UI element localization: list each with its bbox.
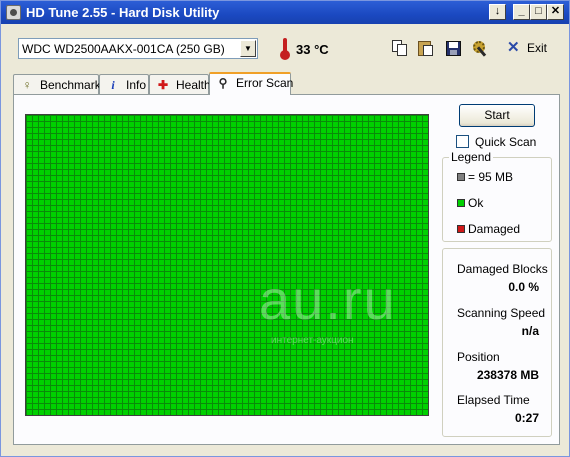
info-icon: i bbox=[111, 78, 115, 92]
legend-label: Ok bbox=[468, 196, 484, 210]
elapsed-time-label: Elapsed Time bbox=[457, 393, 530, 407]
chevron-down-icon[interactable]: ▼ bbox=[240, 40, 256, 57]
options-icon[interactable] bbox=[471, 39, 489, 57]
tab-label: Error Scan bbox=[236, 76, 294, 90]
position-label: Position bbox=[457, 350, 500, 364]
copy-icon[interactable] bbox=[391, 39, 409, 57]
tab-label: Info bbox=[126, 78, 147, 92]
drive-select-value: WDC WD2500AAKX-001CA (250 GB) bbox=[22, 42, 225, 56]
exit-label: Exit bbox=[527, 41, 548, 55]
elapsed-time-value: 0:27 bbox=[514, 411, 539, 425]
tab-info[interactable]: i Info bbox=[99, 74, 149, 94]
close-button[interactable]: ✕ bbox=[547, 4, 564, 20]
tab-strip: ♀ Benchmark i Info ✚ Health ⚲ Error Scan bbox=[13, 72, 313, 95]
toolbar: WDC WD2500AAKX-001CA (250 GB) ▼ 33 °C ✕ … bbox=[1, 24, 569, 72]
quick-scan-checkbox[interactable] bbox=[456, 135, 469, 148]
legend-label: = 95 MB bbox=[468, 170, 514, 184]
block-size-swatch bbox=[457, 173, 465, 181]
benchmark-icon: ♀ bbox=[22, 78, 32, 92]
save-icon[interactable] bbox=[444, 39, 462, 57]
scanning-speed-label: Scanning Speed bbox=[457, 306, 546, 320]
health-icon: ✚ bbox=[157, 78, 169, 92]
legend-group: Legend = 95 MB Ok Damaged bbox=[442, 150, 552, 242]
scanning-speed-value: n/a bbox=[521, 324, 539, 338]
stats-group: Damaged Blocks 0.0 % Scanning Speed n/a … bbox=[442, 248, 552, 437]
legend-label: Damaged bbox=[468, 222, 521, 236]
thermometer-icon bbox=[280, 38, 290, 60]
position-value: 238378 MB bbox=[476, 368, 539, 382]
app-window: HD Tune 2.55 - Hard Disk Utility ↓ _ □ ✕… bbox=[0, 0, 570, 457]
damaged-swatch bbox=[457, 225, 465, 233]
minimize-button[interactable]: _ bbox=[513, 4, 530, 20]
tab-benchmark[interactable]: ♀ Benchmark bbox=[13, 74, 101, 94]
paste-icon[interactable] bbox=[417, 39, 435, 57]
block-map: au.ru интернет-аукцион bbox=[25, 114, 429, 416]
tab-health[interactable]: ✚ Health bbox=[149, 74, 211, 94]
exit-icon: ✕ bbox=[507, 39, 520, 56]
ok-swatch bbox=[457, 199, 465, 207]
maximize-button[interactable]: □ bbox=[530, 4, 547, 20]
tab-label: Health bbox=[176, 78, 211, 92]
scan-icon: ⚲ bbox=[218, 76, 228, 90]
error-scan-panel: au.ru интернет-аукцион Start Quick Scan … bbox=[13, 94, 560, 445]
tab-error-scan[interactable]: ⚲ Error Scan bbox=[209, 72, 294, 95]
damaged-blocks-label: Damaged Blocks bbox=[457, 262, 548, 276]
start-button[interactable]: Start bbox=[459, 104, 535, 127]
damaged-blocks-value: 0.0 % bbox=[508, 280, 539, 294]
quick-scan-label: Quick Scan bbox=[475, 135, 537, 149]
quick-scan-option[interactable]: Quick Scan bbox=[456, 134, 556, 150]
drive-select[interactable]: WDC WD2500AAKX-001CA (250 GB) ▼ bbox=[18, 38, 258, 59]
exit-button[interactable]: ✕ Exit bbox=[507, 38, 553, 60]
tab-label: Benchmark bbox=[40, 78, 101, 92]
temperature-readout: 33 °C bbox=[296, 42, 329, 57]
watermark-sub: интернет-аукцион bbox=[271, 335, 354, 346]
app-disk-icon bbox=[6, 5, 21, 20]
legend-title: Legend bbox=[449, 150, 494, 164]
title-bar[interactable]: HD Tune 2.55 - Hard Disk Utility ↓ _ □ ✕ bbox=[1, 1, 569, 24]
window-title: HD Tune 2.55 - Hard Disk Utility bbox=[26, 5, 220, 20]
watermark: au.ru bbox=[259, 268, 397, 331]
hint-down-icon[interactable]: ↓ bbox=[489, 4, 506, 20]
